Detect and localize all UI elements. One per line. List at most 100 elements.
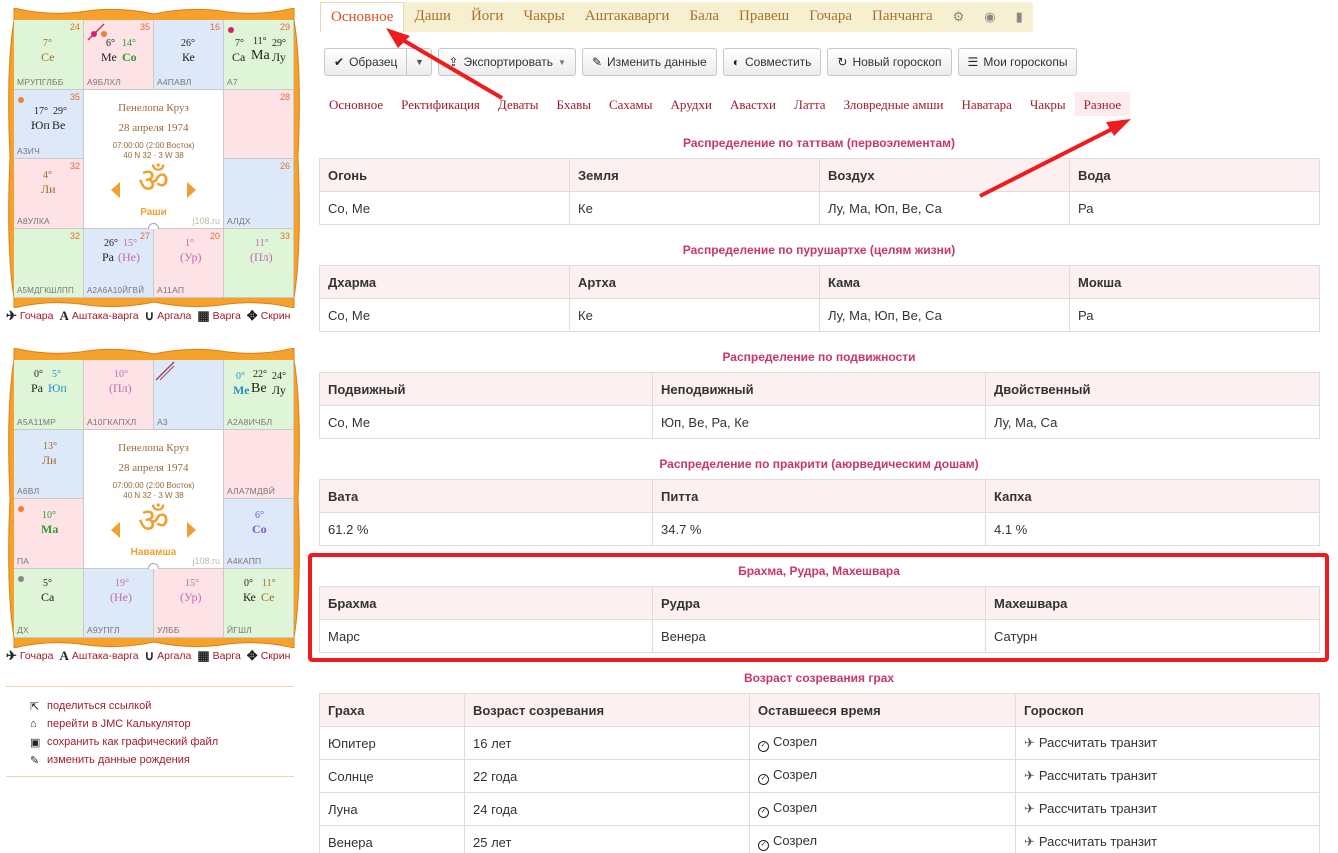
combine-button[interactable]: ◐ Совместить	[722, 48, 822, 76]
house-cell[interactable]: 13° Ли А6ВЛ	[14, 429, 84, 499]
house-cell[interactable]: 20 1° (Ур) А11АП	[154, 228, 224, 298]
calc-transit-link[interactable]: Рассчитать транзит	[1039, 735, 1157, 750]
subtab-devaty[interactable]: Деваты	[489, 92, 548, 116]
gear-icon[interactable]: ⚙	[943, 2, 975, 32]
ashtaka-link[interactable]: A Аштака-варга	[60, 308, 139, 324]
gochara-link[interactable]: ✈ Гочара	[6, 648, 54, 664]
house-cell[interactable]: 32 4° Ли А8УЛКА	[14, 159, 84, 229]
tab-osnovnoe[interactable]: Основное	[320, 2, 405, 32]
jmc-link[interactable]: ⌂ перейти в JMC Калькулятор	[30, 715, 294, 733]
subtab-osnovnoe[interactable]: Основное	[320, 92, 392, 116]
next-chart-arrow-icon[interactable]	[187, 521, 196, 538]
calc-transit-link[interactable]: Рассчитать транзит	[1039, 768, 1157, 783]
planet-label: Са	[41, 589, 55, 604]
birth-time: 07:00:00 (2:00 Восток)	[112, 480, 195, 490]
house-cell[interactable]: 33 11° (Пл)	[224, 228, 294, 298]
ashtaka-link[interactable]: A Аштака-варга	[60, 648, 139, 664]
tab-panchanga[interactable]: Панчанга	[862, 2, 943, 32]
tab-gochara[interactable]: Гочара	[799, 2, 862, 32]
house-cell[interactable]: 35 6° Ме 14° Со А9БЛХЛ	[84, 20, 154, 90]
calc-transit-link[interactable]: Рассчитать транзит	[1039, 801, 1157, 816]
new-horoscope-button[interactable]: ↻ Новый гороскоп	[827, 48, 952, 76]
table-cell: 4.1 %	[985, 512, 1320, 546]
house-cell[interactable]: 0° Ра 5° Юп А5А11МР	[14, 360, 84, 430]
subtab-arudhi[interactable]: Арудхи	[662, 92, 721, 116]
prev-chart-arrow-icon[interactable]	[111, 521, 120, 538]
share-link[interactable]: ⇱ поделиться ссылкой	[30, 697, 294, 715]
house-cell[interactable]: 27 26° Ра 15° (Не) А2А6А10ЙГВЙ	[84, 228, 154, 298]
subtab-navatara[interactable]: Наватара	[952, 92, 1020, 116]
person-name: Пенелопа Круз	[118, 101, 189, 114]
argala-link[interactable]: ∪ Аргала	[145, 648, 192, 664]
book-icon[interactable]: ▮	[1006, 2, 1033, 32]
subtab-bhavy[interactable]: Бхавы	[548, 92, 600, 116]
my-horoscopes-button[interactable]: ☰ Мои гороскопы	[957, 48, 1078, 76]
tab-bala[interactable]: Бала	[679, 2, 729, 32]
house-cell[interactable]: 32 А5МДГКШЛПП	[14, 228, 84, 298]
table-row: 61.2 % 34.7 % 4.1 %	[319, 512, 1320, 546]
screen-link[interactable]: ✥ Скрин	[247, 308, 291, 324]
varga-link[interactable]: ▦ Варга	[197, 308, 240, 324]
house-number: 20	[209, 230, 220, 241]
argala-label: Аргала	[157, 310, 192, 322]
table-cell: Солнце	[319, 759, 465, 793]
planet-label: Ве	[251, 381, 267, 396]
house-cell[interactable]: 6° Со А4КАПП	[224, 499, 294, 569]
share-icon: ⇱	[30, 700, 40, 713]
tab-chakry[interactable]: Чакры	[513, 2, 574, 32]
chevron-down-icon[interactable]: ▼	[407, 49, 431, 75]
save-image-link[interactable]: ▣ сохранить как графический файл	[30, 733, 294, 751]
planet-label: Се	[261, 589, 275, 604]
house-cell[interactable]: 29 7° Са 11° Ма 29° Лу А7	[224, 20, 294, 90]
sample-button[interactable]: ✔ Образец ▼	[324, 48, 433, 76]
next-chart-arrow-icon[interactable]	[187, 181, 196, 198]
house-cell[interactable]: 10° Ма ПА	[14, 499, 84, 569]
arrow-indicator-icon	[87, 23, 107, 41]
house-cell[interactable]: 15° (Ур) УЛББ	[154, 568, 224, 638]
subtab-avasthi[interactable]: Авастхи	[721, 92, 785, 116]
house-cell[interactable]: 10° (Пл) А10ГКАПХЛ	[84, 360, 154, 430]
table-header-row: Дхарма Артха Кама Мокша	[319, 265, 1320, 299]
varga-link[interactable]: ▦ Варга	[197, 648, 240, 664]
house-cell[interactable]: АЛА7МДВЙ	[224, 429, 294, 499]
edit-birth-link[interactable]: ✎ изменить данные рождения	[30, 751, 294, 769]
subtab-raznoe[interactable]: Разное	[1074, 92, 1131, 116]
house-cell[interactable]: 35 17° Юп 29° Ве А3ИЧ	[14, 89, 84, 159]
export-button[interactable]: ⇪ Экспортировать ▼	[438, 48, 576, 76]
edit-data-button[interactable]: ✎ Изменить данные	[581, 48, 717, 76]
house-number: 35	[139, 22, 150, 32]
crosshair-icon: ✥	[246, 648, 258, 663]
dot-marker-icon	[18, 506, 24, 512]
subtab-latta[interactable]: Латта	[785, 92, 835, 116]
subtab-sahamy[interactable]: Сахамы	[600, 92, 662, 116]
house-cell[interactable]: 0° Ке 11° Се ЙГШЛ	[224, 568, 294, 638]
house-cell[interactable]: 24 7° Се МРУПГЛББ	[14, 20, 84, 90]
argala-link[interactable]: ∪ Аргала	[145, 308, 192, 324]
globe-icon[interactable]: ◉	[974, 2, 1005, 32]
export-icon: ⇪	[448, 55, 459, 69]
prev-chart-arrow-icon[interactable]	[111, 181, 120, 198]
screen-link[interactable]: ✥ Скрин	[247, 648, 291, 664]
house-cell[interactable]: 5° Са ДХ	[14, 568, 84, 638]
prakriti-table: Вата Питта Капха 61.2 % 34.7 % 4.1 %	[319, 479, 1320, 546]
house-cell[interactable]: 0° Ме 22° Ве 24° Лу А2А8ИЧБЛ	[224, 360, 294, 430]
house-cell[interactable]: 19° (Не) А9УПГЛ	[84, 568, 154, 638]
subtab-zlovrednye-amshi[interactable]: Зловредные амши	[835, 92, 953, 116]
subtab-chakry[interactable]: Чакры	[1021, 92, 1075, 116]
purushartha-table: Дхарма Артха Кама Мокша Со, Ме Ке Лу, Ма…	[319, 265, 1320, 332]
subtab-rektifikaciya[interactable]: Ректификация	[392, 92, 489, 116]
calc-transit-link[interactable]: Рассчитать транзит	[1039, 834, 1157, 849]
planet-label: Лу	[272, 50, 286, 64]
tab-dashi[interactable]: Даши	[404, 2, 460, 32]
refresh-icon: ↻	[837, 55, 848, 69]
gochara-link[interactable]: ✈ Гочара	[6, 308, 54, 324]
tab-ashtakavargi[interactable]: Аштакаварги	[575, 2, 680, 32]
house-arudha-label: А8УЛКА	[17, 215, 50, 226]
house-cell[interactable]: 26 АЛДХ	[224, 159, 294, 229]
house-cell[interactable]: 16 26° Ке А4ПАВЛ	[154, 20, 224, 90]
house-cell[interactable]: 28	[224, 89, 294, 159]
trimurti-title: Брахма, Рудра, Махешвара	[738, 564, 900, 578]
tab-pravesh[interactable]: Правеш	[729, 2, 799, 32]
tab-yogi[interactable]: Йоги	[461, 2, 514, 32]
house-cell[interactable]: А3	[154, 360, 224, 430]
